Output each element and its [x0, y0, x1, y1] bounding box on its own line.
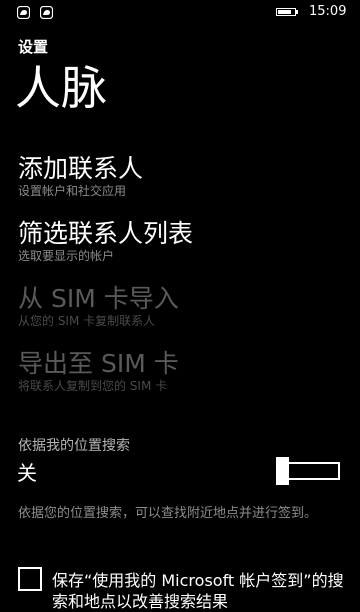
- menu-item-filter-contacts[interactable]: 筛选联系人列表 选取要显示的帐户: [18, 219, 348, 263]
- checkin-checkbox-label[interactable]: 保存“使用我的 Microsoft 帐户签到”的搜索和地点以改善搜索结果: [52, 570, 352, 612]
- menu-item-title: 导出至 SIM 卡: [18, 349, 179, 378]
- toggle-thumb[interactable]: [276, 457, 289, 485]
- checkin-checkbox[interactable]: [18, 567, 42, 591]
- menu-item-add-contacts[interactable]: 添加联系人 设置帐户和社交应用: [18, 154, 348, 198]
- menu-item-subtitle: 从您的 SIM 卡复制联系人: [18, 314, 156, 328]
- toggle-track: [282, 462, 340, 480]
- menu-item-export-sim: 导出至 SIM 卡 将联系人复制到您的 SIM 卡: [18, 349, 348, 393]
- menu-item-subtitle: 设置帐户和社交应用: [18, 184, 127, 198]
- location-search-description: 依据您的位置搜索，可以查找附近地点并进行签到。: [18, 506, 318, 521]
- notification-icon: [40, 6, 53, 19]
- location-search-label: 依据我的位置搜索: [18, 438, 130, 454]
- battery-icon: [276, 8, 298, 16]
- app-title: 设置: [18, 38, 49, 56]
- location-search-toggle[interactable]: [276, 457, 342, 485]
- menu-item-title: 从 SIM 卡导入: [18, 284, 179, 313]
- menu-item-title: 添加联系人: [18, 154, 144, 183]
- page-title: 人脉: [15, 61, 107, 115]
- status-clock: 15:09: [309, 4, 347, 19]
- menu-item-subtitle: 将联系人复制到您的 SIM 卡: [18, 379, 168, 393]
- notification-icon: [17, 6, 30, 19]
- status-bar: 15:09: [0, 0, 360, 26]
- menu-item-subtitle: 选取要显示的帐户: [18, 249, 115, 263]
- location-search-state: 关: [17, 461, 37, 485]
- menu-item-import-sim: 从 SIM 卡导入 从您的 SIM 卡复制联系人: [18, 284, 348, 328]
- menu-item-title: 筛选联系人列表: [18, 219, 194, 248]
